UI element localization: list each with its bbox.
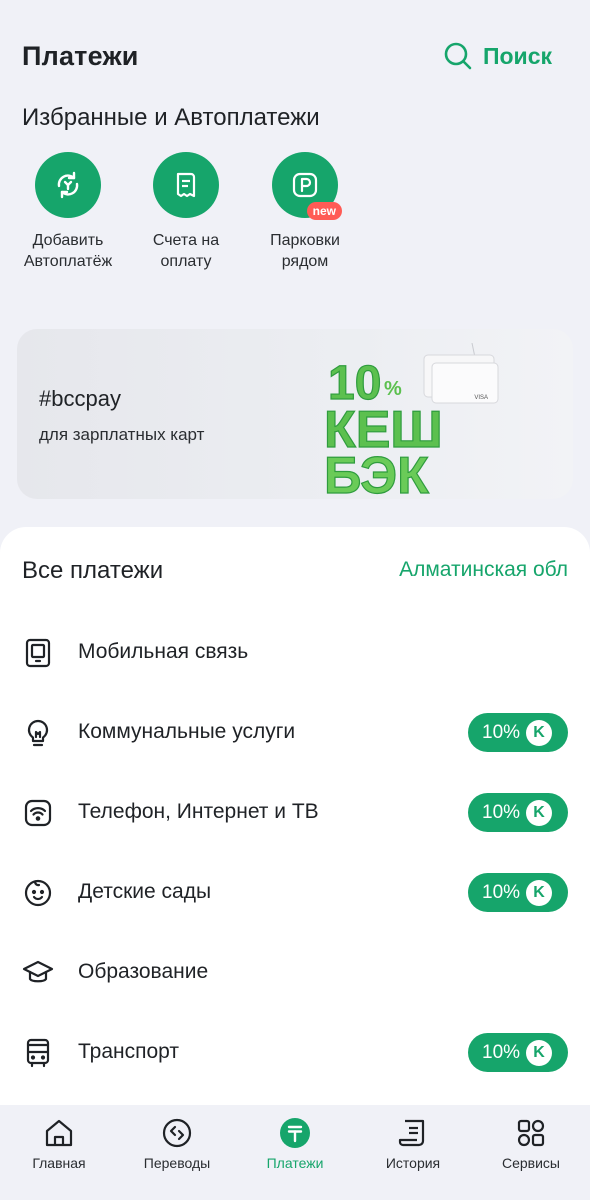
- region-selector[interactable]: Алматинская обл: [399, 558, 568, 582]
- promo-banner[interactable]: #bccpay для зарплатных карт VISA 10 % КЕ…: [17, 329, 573, 499]
- cashback-coin-icon: K: [526, 799, 553, 826]
- invoice-circle: [153, 152, 219, 218]
- tab-payments[interactable]: Платежи: [236, 1105, 354, 1200]
- add-autopay-button[interactable]: Добавить Автоплатёж: [3, 152, 133, 272]
- parking-icon: [292, 172, 318, 198]
- tab-label: Платежи: [266, 1155, 324, 1171]
- favorite-label-autopay: Добавить Автоплатёж: [23, 232, 113, 270]
- services-icon: [517, 1119, 545, 1147]
- invoice-icon: [176, 172, 196, 198]
- all-payments-title: Все платежи: [22, 557, 164, 584]
- tab-services[interactable]: Сервисы: [472, 1105, 590, 1200]
- mobile-phone-icon: [22, 637, 54, 669]
- lightbulb-icon: [22, 717, 54, 749]
- payment-category-education[interactable]: Образование: [0, 933, 590, 1013]
- tab-label: История: [385, 1155, 441, 1171]
- cashback-coin-icon: K: [526, 1039, 553, 1066]
- cashback-coin-icon: K: [526, 719, 553, 746]
- tab-transfers[interactable]: Переводы: [118, 1105, 236, 1200]
- cashback-value: 10%: [482, 881, 521, 903]
- banner-tag: #bccpay: [39, 386, 121, 411]
- page-title: Платежи: [22, 40, 139, 71]
- transfers-icon: [162, 1118, 192, 1148]
- payment-category-mobile[interactable]: Мобильная связь: [0, 613, 590, 693]
- promo-line-2: БЭК: [324, 447, 429, 495]
- cashback-value: 10%: [482, 801, 521, 823]
- parking-nearby-button[interactable]: new Парковки рядом: [240, 152, 370, 272]
- payment-category-label: Телефон, Интернет и ТВ: [78, 800, 319, 823]
- tab-label: Главная: [32, 1155, 86, 1171]
- tab-history[interactable]: История: [354, 1105, 472, 1200]
- payment-category-label: Коммунальные услуги: [78, 720, 296, 743]
- payment-category-utilities[interactable]: Коммунальные услуги 10% K: [0, 693, 590, 773]
- payment-category-label: Мобильная связь: [78, 640, 249, 663]
- payment-category-transport[interactable]: Транспорт 10% K: [0, 1013, 590, 1093]
- all-payments-panel: Все платежи Алматинская обл Мобильная св…: [0, 527, 590, 1105]
- graduation-cap-icon: [22, 957, 54, 989]
- bus-icon: [22, 1037, 54, 1069]
- tab-label: Сервисы: [501, 1155, 560, 1171]
- invoices-button[interactable]: Счета на оплату: [121, 152, 251, 272]
- favorite-label-parking: Парковки рядом: [270, 232, 340, 270]
- cashback-badge: 10% K: [468, 713, 568, 752]
- cashback-coin-icon: K: [526, 879, 553, 906]
- home-icon: [45, 1119, 73, 1147]
- cashback-badge: 10% K: [468, 1033, 568, 1072]
- payment-category-internet-tv[interactable]: Телефон, Интернет и ТВ 10% K: [0, 773, 590, 853]
- favorites-row: Добавить Автоплатёж Счета на оплату new …: [0, 152, 380, 282]
- tab-home[interactable]: Главная: [0, 1105, 118, 1200]
- parking-circle: new: [272, 152, 342, 220]
- search-label: Поиск: [482, 42, 552, 69]
- tenge-icon: [280, 1118, 310, 1148]
- favorites-title: Избранные и Автоплатежи: [22, 104, 320, 131]
- new-badge: new: [306, 202, 342, 220]
- child-face-icon: [22, 877, 54, 909]
- wifi-icon: [22, 797, 54, 829]
- cashback-value: 10%: [482, 1041, 521, 1063]
- payment-category-kindergartens[interactable]: Детские сады 10% K: [0, 853, 590, 933]
- autopay-icon: [57, 171, 79, 199]
- search-icon: [444, 42, 472, 70]
- svg-text:VISA: VISA: [474, 395, 488, 401]
- promo-percent-sign: %: [384, 378, 402, 400]
- cashback-promo-graphic: VISA 10 % КЕШ БЭК: [323, 343, 499, 495]
- payment-category-label: Транспорт: [78, 1040, 179, 1063]
- banner-subtitle: для зарплатных карт: [39, 425, 205, 444]
- tab-label: Переводы: [143, 1155, 211, 1171]
- bottom-tab-bar: Главная Переводы Платежи История Сервисы: [0, 1105, 590, 1200]
- cashback-value: 10%: [482, 721, 521, 743]
- cashback-badge: 10% K: [468, 793, 568, 832]
- cashback-badge: 10% K: [468, 873, 568, 912]
- search-button[interactable]: Поиск: [443, 41, 552, 71]
- favorite-label-invoices: Счета на оплату: [152, 232, 220, 270]
- header: Платежи Поиск: [22, 36, 552, 76]
- payment-category-label: Образование: [78, 960, 209, 983]
- history-icon: [398, 1119, 425, 1147]
- autopay-circle: [35, 152, 101, 218]
- payment-category-label: Детские сады: [78, 880, 212, 903]
